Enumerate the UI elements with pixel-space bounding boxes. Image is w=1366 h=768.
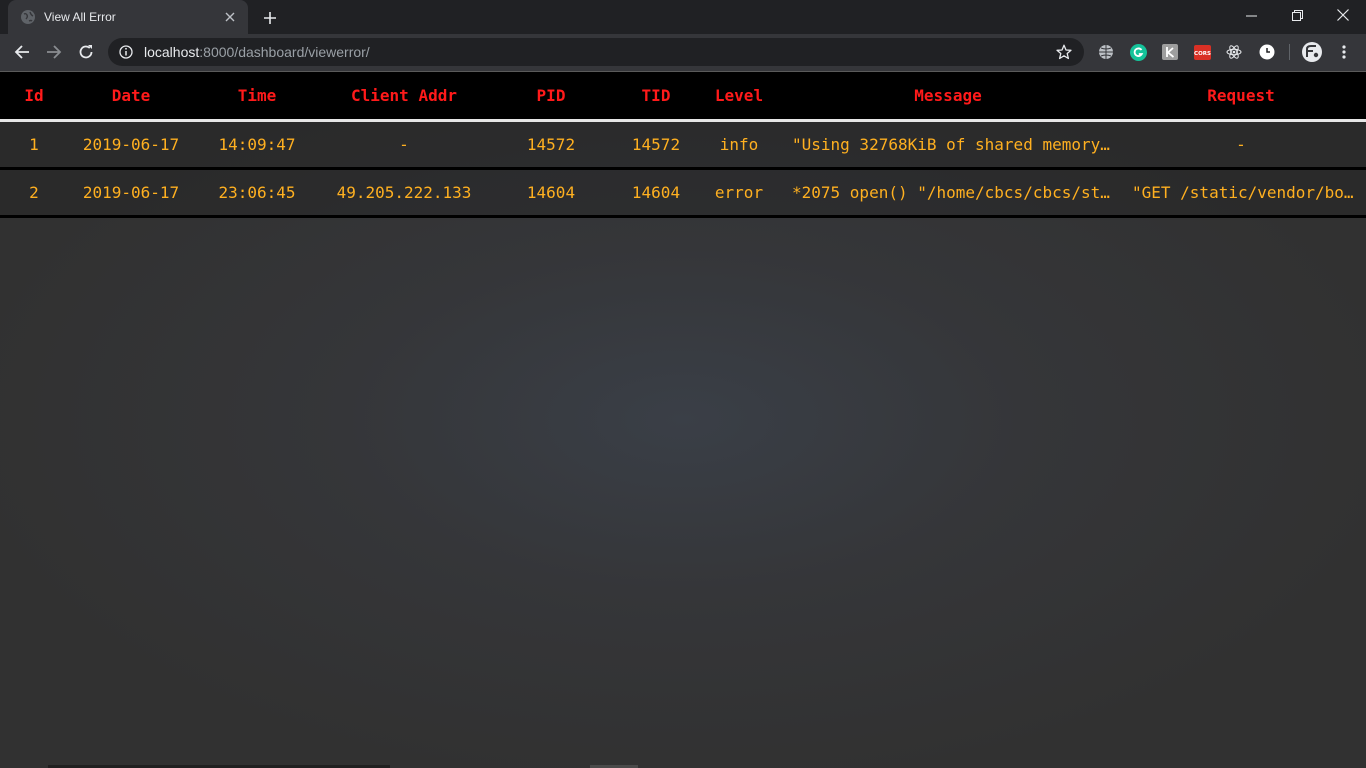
- react-extension-icon[interactable]: [1225, 43, 1243, 61]
- column-header-tid[interactable]: TID: [614, 72, 698, 120]
- grammarly-extension-icon[interactable]: [1129, 43, 1147, 61]
- cell-id: 1: [0, 120, 68, 168]
- forward-button[interactable]: [40, 38, 68, 66]
- reload-icon: [79, 45, 93, 59]
- browser-titlebar: View All Error: [0, 0, 1366, 34]
- arrow-left-icon: [14, 45, 29, 59]
- cell-pid: 14572: [488, 120, 614, 168]
- column-header-client-addr[interactable]: Client Addr: [320, 72, 488, 120]
- cell-request: -: [1116, 120, 1366, 168]
- cell-client-addr: -: [320, 120, 488, 168]
- cell-level: info: [698, 120, 780, 168]
- globe-extension-icon[interactable]: [1097, 43, 1115, 61]
- clock-extension-icon[interactable]: [1258, 43, 1276, 61]
- column-header-date[interactable]: Date: [68, 72, 194, 120]
- browser-tab-active[interactable]: View All Error: [8, 0, 248, 34]
- column-header-message[interactable]: Message: [780, 72, 1116, 120]
- cell-request: "GET /static/vendor/bootstrap/css/bootst…: [1116, 168, 1366, 216]
- cell-tid: 14604: [614, 168, 698, 216]
- url-text[interactable]: localhost:8000/dashboard/viewerror/: [144, 44, 1054, 60]
- cell-time: 23:06:45: [194, 168, 320, 216]
- back-button[interactable]: [8, 38, 36, 66]
- column-header-level[interactable]: Level: [698, 72, 780, 120]
- svg-text:CORS: CORS: [1194, 51, 1211, 57]
- globe-icon: [20, 9, 36, 25]
- more-vertical-icon[interactable]: [1335, 43, 1353, 61]
- url-path: :8000/dashboard/viewerror/: [199, 44, 370, 60]
- column-header-time[interactable]: Time: [194, 72, 320, 120]
- table-row[interactable]: 2 2019-06-17 23:06:45 49.205.222.133 146…: [0, 168, 1366, 216]
- new-tab-button[interactable]: [258, 6, 282, 30]
- window-restore-button[interactable]: [1274, 0, 1320, 30]
- cell-message: "Using 32768KiB of shared memory for pus…: [780, 120, 1116, 168]
- window-close-button[interactable]: [1320, 0, 1366, 30]
- minimize-icon: [1245, 15, 1257, 16]
- cell-id: 2: [0, 168, 68, 216]
- column-header-request[interactable]: Request: [1116, 72, 1366, 120]
- reload-button[interactable]: [72, 38, 100, 66]
- column-header-pid[interactable]: PID: [488, 72, 614, 120]
- url-host: localhost: [144, 44, 200, 60]
- cell-pid: 14604: [488, 168, 614, 216]
- close-icon: [1337, 9, 1349, 21]
- close-icon[interactable]: [222, 9, 238, 25]
- restore-icon: [1291, 9, 1303, 21]
- profile-avatar[interactable]: [1302, 42, 1322, 62]
- cell-date: 2019-06-17: [68, 120, 194, 168]
- cell-message: *2075 open() "/home/cbcs/cbcs/static/ven…: [780, 168, 1116, 216]
- plus-icon: [264, 12, 276, 24]
- cors-extension-icon[interactable]: CORS: [1193, 43, 1211, 61]
- star-icon[interactable]: [1054, 42, 1074, 62]
- tab-title: View All Error: [44, 10, 116, 24]
- table-header-row: Id Date Time Client Addr PID TID Level M…: [0, 72, 1366, 120]
- toolbar-divider: [1289, 44, 1290, 60]
- page-content: Id Date Time Client Addr PID TID Level M…: [0, 71, 1366, 768]
- k-extension-icon[interactable]: [1161, 43, 1179, 61]
- cell-level: error: [698, 168, 780, 216]
- table-row[interactable]: 1 2019-06-17 14:09:47 - 14572 14572 info…: [0, 120, 1366, 168]
- error-log-table: Id Date Time Client Addr PID TID Level M…: [0, 72, 1366, 218]
- cell-client-addr: 49.205.222.133: [320, 168, 488, 216]
- cell-date: 2019-06-17: [68, 168, 194, 216]
- window-minimize-button[interactable]: [1228, 0, 1274, 30]
- column-header-id[interactable]: Id: [0, 72, 68, 120]
- cell-tid: 14572: [614, 120, 698, 168]
- cell-time: 14:09:47: [194, 120, 320, 168]
- browser-toolbar: localhost:8000/dashboard/viewerror/ CORS: [0, 34, 1366, 71]
- address-bar[interactable]: localhost:8000/dashboard/viewerror/: [108, 38, 1084, 66]
- arrow-right-icon: [47, 45, 62, 59]
- info-icon[interactable]: [118, 44, 134, 60]
